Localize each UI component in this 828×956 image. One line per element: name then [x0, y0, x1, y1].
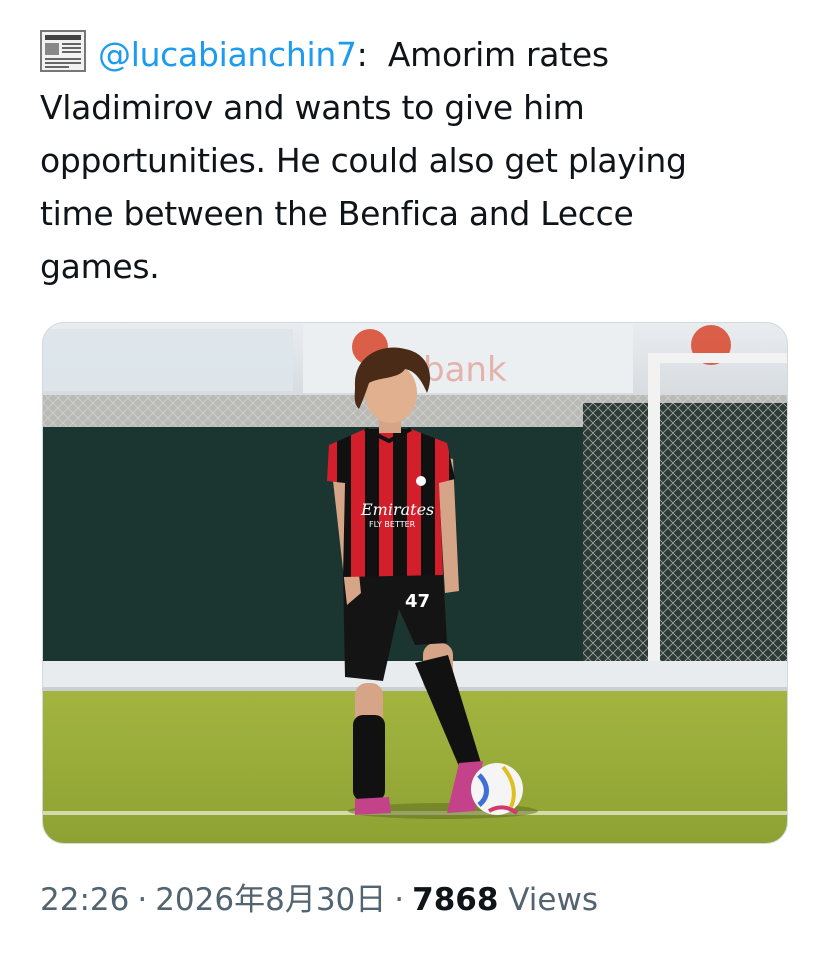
- newspaper-icon: [40, 30, 86, 72]
- tweet-text: @lucabianchin7: Amorim rates Vladimirov …: [40, 28, 760, 293]
- tweet-text-body: Vladimirov and wants to give him opportu…: [40, 88, 687, 286]
- tweet-time[interactable]: 22:26: [40, 882, 129, 918]
- banner-text: bank: [423, 350, 507, 390]
- shirt-tagline-text: FLY BETTER: [369, 520, 416, 529]
- club-crest-icon: [416, 476, 426, 486]
- tweet-date[interactable]: 2026年8月30日: [155, 882, 386, 918]
- views-label[interactable]: Views: [508, 882, 598, 918]
- shirt-sponsor-text: Emirates: [360, 500, 434, 519]
- football-player-photo: bank 47 Emirates FLY BETTER: [43, 323, 787, 843]
- shorts-number: 47: [405, 591, 430, 612]
- meta-separator: ·: [137, 882, 148, 918]
- tweet-text-line1: : Amorim rates: [356, 35, 609, 74]
- tweet-meta: 22:26 · 2026年8月30日 · 7868 Views: [40, 878, 598, 922]
- tweet-photo[interactable]: bank 47 Emirates FLY BETTER: [42, 322, 788, 844]
- meta-separator-2: ·: [394, 882, 405, 918]
- mention-link[interactable]: @lucabianchin7: [98, 35, 357, 74]
- views-count[interactable]: 7868: [412, 882, 498, 918]
